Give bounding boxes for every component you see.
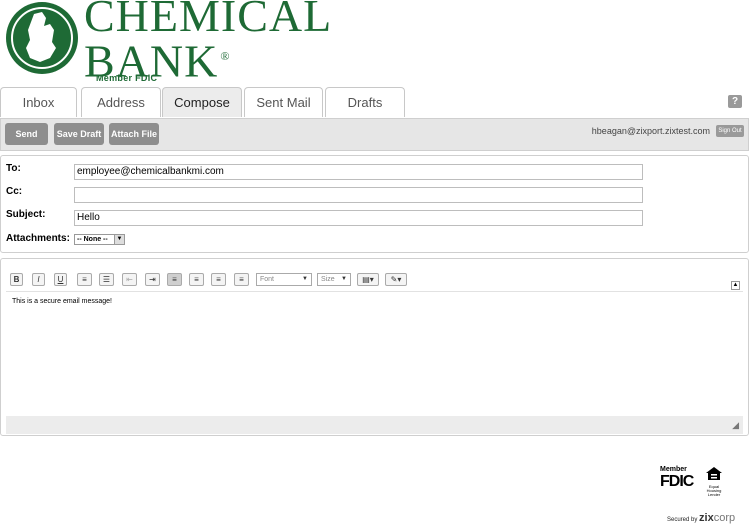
underline-button[interactable]: U: [54, 273, 67, 286]
save-draft-button[interactable]: Save Draft: [54, 123, 104, 145]
align-right-icon[interactable]: ≡: [211, 273, 226, 286]
secured-by-text: Secured by: [667, 517, 698, 523]
help-button[interactable]: ?: [728, 95, 742, 108]
michigan-seal-icon: [6, 2, 78, 74]
registered-mark: ®: [220, 49, 231, 63]
ordered-list-icon[interactable]: ≡: [77, 273, 92, 286]
tab-drafts[interactable]: Drafts: [325, 87, 405, 117]
sign-out-button[interactable]: Sign Out: [716, 125, 744, 137]
message-body[interactable]: This is a secure email message!: [6, 291, 743, 415]
tab-inbox[interactable]: Inbox: [0, 87, 77, 117]
subject-input[interactable]: Hello: [74, 210, 643, 226]
zix-text: zix: [699, 512, 714, 524]
compose-toolbar: Send Save Draft Attach File hbeagan@zixp…: [0, 118, 749, 151]
member-fdic-text: Member FDIC: [96, 73, 158, 83]
size-select-placeholder: Size: [321, 276, 335, 283]
house-icon: [706, 467, 722, 480]
fdic-logo: Member FDIC: [660, 466, 694, 490]
highlight-color-icon[interactable]: ✎▾: [385, 273, 407, 286]
font-select[interactable]: Font ▼: [256, 273, 312, 286]
attachments-select[interactable]: -- None -- ▼: [74, 234, 125, 245]
equal-housing-text: Equal Housing Lender: [706, 484, 722, 497]
collapse-toolbar-icon[interactable]: ▲: [731, 281, 740, 290]
rich-text-editor: B I U ≡ ☰ ⇤ ⇥ ≡ ≡ ≡ ≡ Font ▼ Size ▼ ▤▾ ✎…: [0, 258, 749, 436]
resize-handle-icon[interactable]: ◢: [732, 420, 739, 431]
bold-button[interactable]: B: [10, 273, 23, 286]
unordered-list-icon[interactable]: ☰: [99, 273, 114, 286]
align-left-icon[interactable]: ≡: [167, 273, 182, 286]
font-select-placeholder: Font: [260, 276, 275, 283]
secured-by-zixcorp: Secured by zixcorp: [667, 512, 735, 524]
chevron-down-icon: ▼: [114, 235, 124, 244]
tab-address[interactable]: Address: [81, 87, 161, 117]
corp-text: corp: [713, 512, 736, 524]
text-color-icon[interactable]: ▤▾: [357, 273, 379, 286]
to-label: To:: [6, 163, 21, 174]
message-header-form: To: employee@chemicalbankmi.com Cc: Subj…: [0, 155, 749, 253]
outdent-icon[interactable]: ⇤: [122, 273, 137, 286]
fdic-text: FDIC: [660, 473, 694, 490]
attach-file-button[interactable]: Attach File: [109, 123, 159, 145]
subject-label: Subject:: [6, 209, 46, 220]
editor-status-bar: ◢: [6, 416, 743, 434]
nav-tabs: Inbox Address Compose Sent Mail Drafts: [0, 87, 750, 118]
equal-housing-lender-logo: Equal Housing Lender: [702, 467, 726, 497]
tab-compose[interactable]: Compose: [162, 87, 242, 117]
bank-logo: CHEMICAL BANK ® Member FDIC: [6, 0, 331, 84]
indent-icon[interactable]: ⇥: [145, 273, 160, 286]
align-justify-icon[interactable]: ≡: [234, 273, 249, 286]
chevron-down-icon: ▼: [341, 276, 347, 282]
send-button[interactable]: Send: [5, 123, 48, 145]
align-center-icon[interactable]: ≡: [189, 273, 204, 286]
tab-sent-mail[interactable]: Sent Mail: [244, 87, 323, 117]
chevron-down-icon: ▼: [302, 276, 308, 282]
cc-label: Cc:: [6, 186, 23, 197]
bank-name: CHEMICAL BANK ®: [84, 0, 332, 84]
attachments-label: Attachments:: [6, 233, 70, 244]
user-email: hbeagan@zixport.zixtest.com: [591, 126, 710, 136]
italic-button[interactable]: I: [32, 273, 45, 286]
cc-input[interactable]: [74, 187, 643, 203]
attachments-selected-value: -- None --: [77, 236, 108, 243]
size-select[interactable]: Size ▼: [317, 273, 351, 286]
to-input[interactable]: employee@chemicalbankmi.com: [74, 164, 643, 180]
